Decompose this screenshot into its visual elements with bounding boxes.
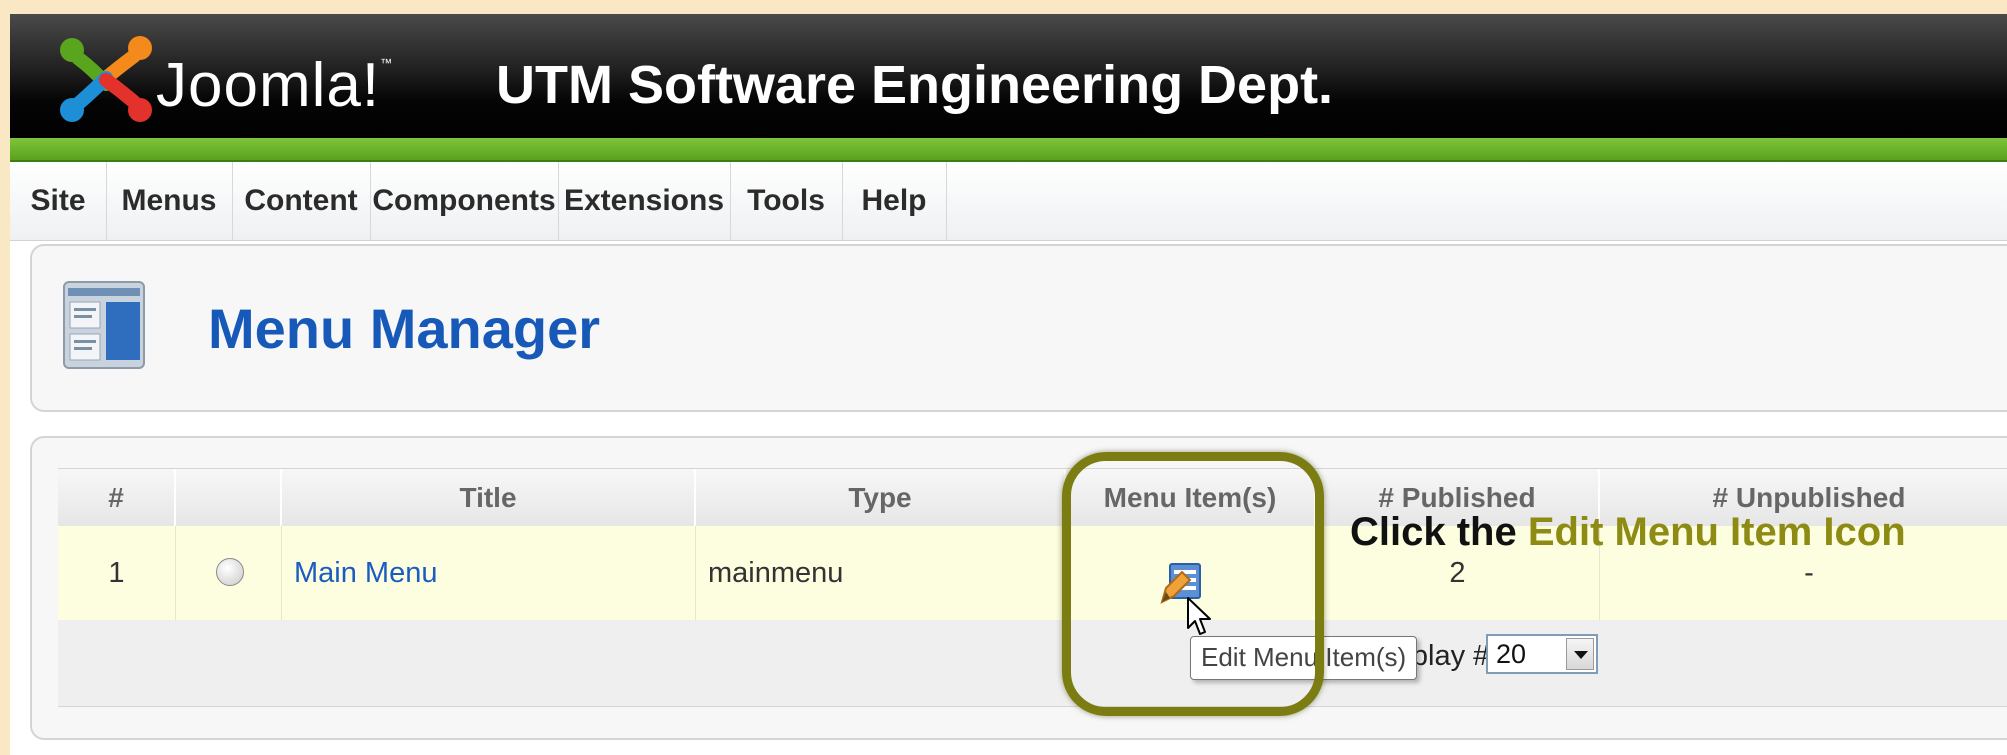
- display-count-select[interactable]: 20: [1486, 634, 1598, 674]
- column-header-select: [176, 469, 282, 527]
- menu-manager-icon: [63, 281, 145, 369]
- page-title: Menu Manager: [208, 297, 601, 360]
- header-accent-bar: [10, 138, 2007, 162]
- column-header-number: #: [58, 469, 176, 527]
- menu-item-components[interactable]: Components: [370, 162, 559, 240]
- joomla-logo-icon: [60, 36, 152, 122]
- row-type: mainmenu: [696, 526, 1066, 620]
- menu-item-content[interactable]: Content: [232, 162, 371, 240]
- chevron-down-icon[interactable]: [1566, 638, 1594, 670]
- menu-title-link[interactable]: Main Menu: [294, 557, 437, 589]
- site-title: UTM Software Engineering Dept.: [496, 55, 1334, 115]
- menu-item-site[interactable]: Site: [10, 162, 107, 240]
- joomla-wordmark: Joomla!™: [156, 51, 394, 120]
- menu-item-extensions[interactable]: Extensions: [558, 162, 731, 240]
- row-number: 1: [58, 526, 176, 620]
- row-title-cell: Main Menu: [282, 526, 696, 620]
- title-panel: Menu Manager: [30, 244, 2007, 412]
- table-footer: Display # 20: [58, 620, 2007, 707]
- row-select-cell: [176, 526, 282, 620]
- row-select-radio[interactable]: [216, 558, 244, 586]
- menu-item-help[interactable]: Help: [842, 162, 947, 240]
- menu-item-menus[interactable]: Menus: [106, 162, 233, 240]
- display-count-value: 20: [1496, 639, 1527, 669]
- annotation-text: Click the Edit Menu Item Icon: [1350, 510, 1906, 554]
- highlight-callout-box: [1062, 452, 1324, 716]
- column-header-type[interactable]: Type: [696, 469, 1066, 527]
- column-header-title[interactable]: Title: [282, 469, 696, 527]
- instruction-annotation: Click the Edit Menu Item Icon: [1350, 506, 1906, 558]
- site-header: Joomla!™ UTM Software Engineering Dept.: [10, 14, 2007, 138]
- menu-item-tools[interactable]: Tools: [730, 162, 843, 240]
- admin-menu-bar: Site Menus Content Components Extensions…: [10, 162, 2007, 241]
